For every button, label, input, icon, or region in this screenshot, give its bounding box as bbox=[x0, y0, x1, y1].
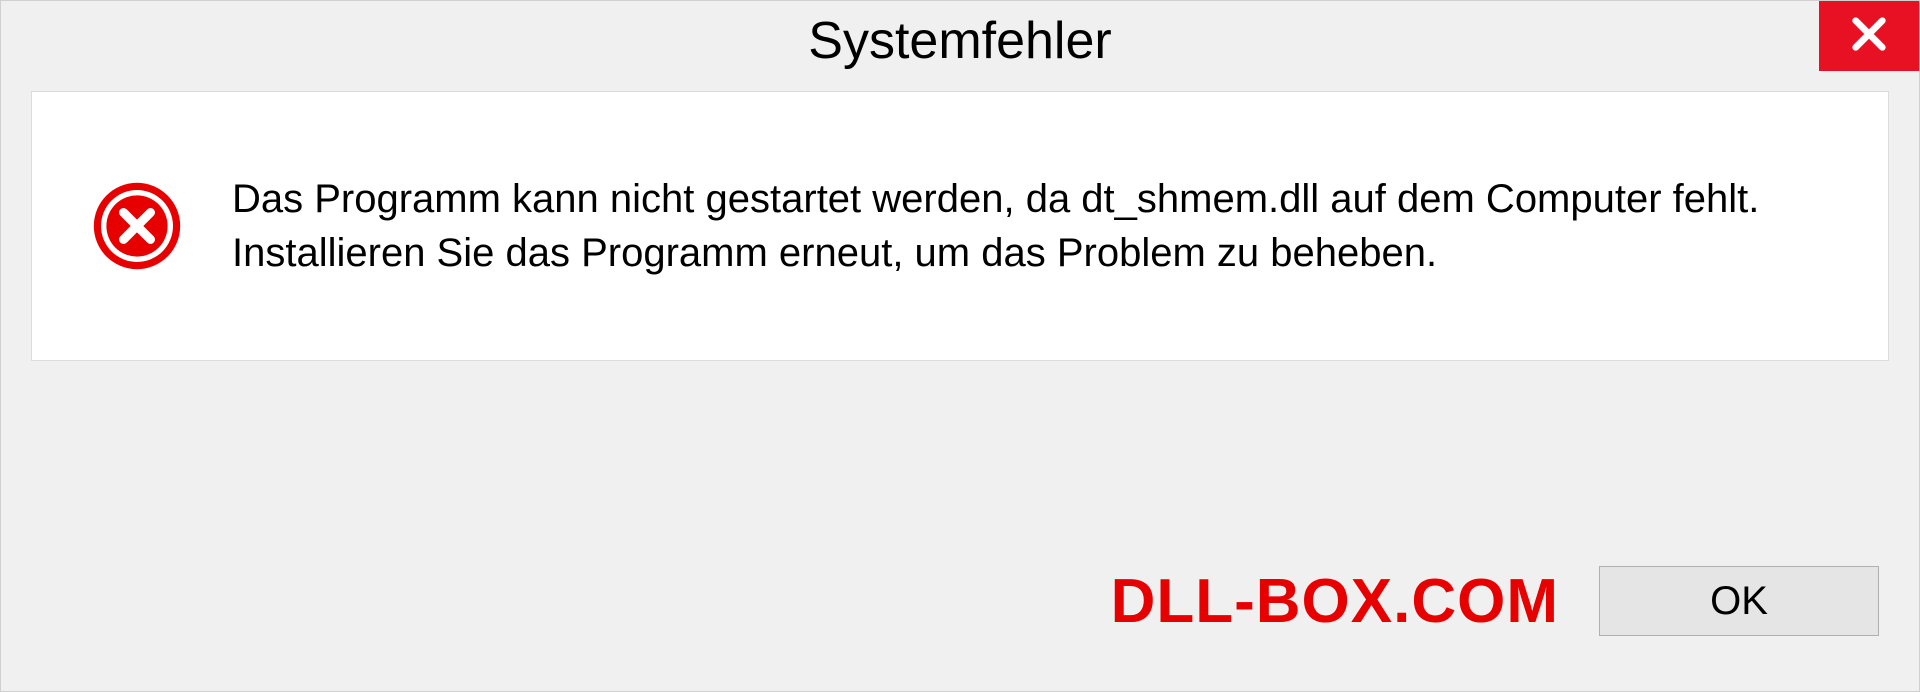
watermark-text: DLL-BOX.COM bbox=[1111, 566, 1559, 637]
dialog-footer: DLL-BOX.COM OK bbox=[1, 541, 1919, 691]
ok-button[interactable]: OK bbox=[1599, 566, 1879, 636]
error-message: Das Programm kann nicht gestartet werden… bbox=[232, 172, 1828, 280]
close-icon bbox=[1849, 14, 1889, 59]
ok-button-label: OK bbox=[1710, 579, 1768, 624]
dialog-content: Das Programm kann nicht gestartet werden… bbox=[31, 91, 1889, 361]
dialog-title: Systemfehler bbox=[808, 11, 1111, 71]
close-button[interactable] bbox=[1819, 1, 1919, 71]
dialog-titlebar: Systemfehler bbox=[1, 1, 1919, 81]
error-icon bbox=[92, 181, 182, 271]
